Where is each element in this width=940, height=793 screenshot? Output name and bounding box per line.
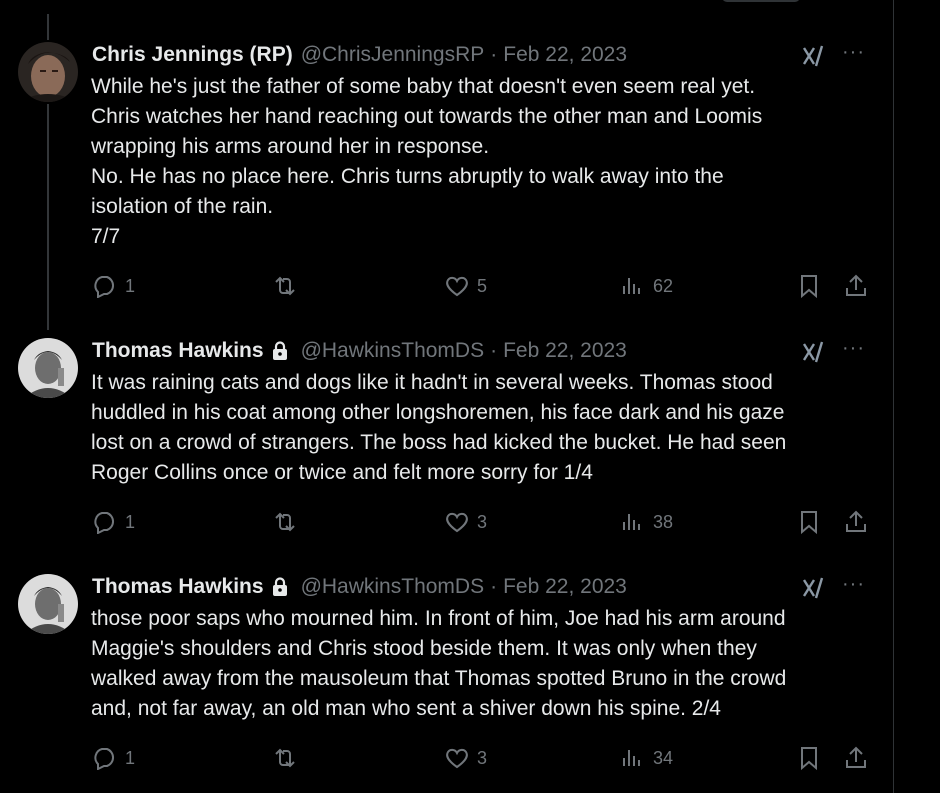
bookmark-button[interactable] — [797, 271, 827, 301]
author-handle[interactable]: @ChrisJenningsRP — [301, 43, 485, 67]
tweet-line: wrapping his arms around her in response… — [91, 135, 490, 158]
retweet-arrows-icon — [275, 276, 295, 296]
views-button[interactable]: 62 — [621, 271, 673, 301]
share-upload-icon — [846, 510, 866, 532]
more-options-button[interactable]: ··· — [842, 574, 865, 600]
retweet-button[interactable] — [271, 507, 305, 537]
like-count: 3 — [477, 511, 488, 532]
bookmark-button[interactable] — [797, 743, 827, 773]
tweet-line: and, not far away, an old man who sent a… — [91, 697, 721, 720]
like-count: 5 — [477, 275, 488, 296]
views-count: 38 — [653, 511, 674, 532]
speech-bubble-icon — [94, 748, 114, 770]
tweet[interactable]: Thomas Hawkins @HawkinsThomDS · Feb 22, … — [0, 574, 893, 784]
heart-icon — [446, 748, 468, 769]
reply-button[interactable]: 1 — [91, 743, 135, 773]
more-options-button[interactable]: ··· — [842, 42, 865, 68]
like-count: 3 — [477, 747, 488, 768]
tweet[interactable]: Thomas Hawkins @HawkinsThomDS · Feb 22, … — [0, 338, 893, 548]
reply-button[interactable]: 1 — [91, 507, 135, 537]
tweet-header: Thomas Hawkins @HawkinsThomDS · Feb 22, … — [92, 338, 627, 364]
author-name[interactable]: Thomas Hawkins — [92, 339, 264, 363]
views-button[interactable]: 38 — [621, 507, 673, 537]
lock-icon — [272, 341, 287, 360]
tweet-line: isolation of the rain. — [91, 195, 274, 218]
reply-count: 1 — [125, 275, 136, 296]
separator-dot: · — [490, 575, 498, 598]
tweet-line: No. He has no place here. Chris turns ab… — [91, 165, 724, 188]
separator-dot: · — [490, 43, 498, 66]
tweet-line: walked away from the mausoleum that Thom… — [91, 667, 787, 690]
views-button[interactable]: 34 — [621, 743, 673, 773]
avatar[interactable] — [18, 338, 78, 398]
retweet-arrows-icon — [275, 512, 295, 532]
heart-icon — [446, 512, 468, 533]
tweet-line: It was raining cats and dogs like it had… — [91, 371, 773, 394]
retweet-arrows-icon — [275, 748, 295, 768]
share-button[interactable] — [843, 271, 875, 301]
tweet-text: those poor saps who mourned him. In fron… — [91, 604, 881, 724]
top-pill — [722, 0, 800, 2]
bar-chart-icon — [623, 750, 640, 766]
tweet-date[interactable]: Feb 22, 2023 — [503, 575, 627, 599]
share-upload-icon — [846, 274, 866, 296]
grok-slash-icon[interactable] — [801, 44, 827, 68]
tweet-line: While he's just the father of some baby … — [91, 75, 756, 98]
separator-dot: · — [490, 339, 498, 362]
tweet-text: While he's just the father of some baby … — [91, 72, 881, 252]
grok-slash-icon[interactable] — [801, 340, 827, 364]
retweet-button[interactable] — [271, 743, 305, 773]
reply-count: 1 — [125, 747, 136, 768]
bookmark-icon — [801, 275, 817, 299]
author-name[interactable]: Chris Jennings (RP) — [92, 43, 293, 67]
tweet-line: Maggie's shoulders and Chris stood besid… — [91, 637, 757, 660]
tweet-line: 7/7 — [91, 225, 121, 248]
tweet-line: lost on a crowd of strangers. The boss h… — [91, 431, 787, 454]
tweet-text: It was raining cats and dogs like it had… — [91, 368, 881, 488]
tweet-header: Thomas Hawkins @HawkinsThomDS · Feb 22, … — [92, 574, 627, 600]
author-handle[interactable]: @HawkinsThomDS — [301, 575, 485, 599]
lock-icon — [272, 577, 287, 596]
author-name[interactable]: Thomas Hawkins — [92, 575, 264, 599]
tweet-line: Chris watches her hand reaching out towa… — [91, 105, 763, 128]
share-button[interactable] — [843, 507, 875, 537]
share-button[interactable] — [843, 743, 875, 773]
tweet-actions: 1 3 34 — [91, 743, 881, 773]
tweet-actions: 1 5 62 — [91, 271, 881, 301]
avatar[interactable] — [18, 574, 78, 634]
reply-count: 1 — [125, 511, 136, 532]
tweet-date[interactable]: Feb 22, 2023 — [503, 339, 627, 363]
speech-bubble-icon — [94, 512, 114, 534]
tweet-line: huddled in his coat among other longshor… — [91, 401, 785, 424]
heart-icon — [446, 276, 468, 297]
views-count: 62 — [653, 275, 674, 296]
views-count: 34 — [653, 747, 674, 768]
tweet-header: Chris Jennings (RP) @ChrisJenningsRP · F… — [92, 42, 627, 68]
tweet-date[interactable]: Feb 22, 2023 — [503, 43, 627, 67]
like-button[interactable]: 3 — [443, 507, 487, 537]
bar-chart-icon — [623, 514, 640, 530]
more-options-button[interactable]: ··· — [842, 338, 865, 364]
bookmark-button[interactable] — [797, 507, 827, 537]
bar-chart-icon — [623, 278, 640, 294]
reply-button[interactable]: 1 — [91, 271, 135, 301]
column-divider — [893, 0, 894, 793]
grok-slash-icon[interactable] — [801, 576, 827, 600]
share-upload-icon — [846, 746, 866, 768]
like-button[interactable]: 5 — [443, 271, 487, 301]
tweet-line: those poor saps who mourned him. In fron… — [91, 607, 786, 630]
thread-connector-top — [47, 14, 49, 40]
author-handle[interactable]: @HawkinsThomDS — [301, 339, 485, 363]
speech-bubble-icon — [94, 276, 114, 298]
avatar[interactable] — [18, 42, 78, 102]
bookmark-icon — [801, 747, 817, 771]
bookmark-icon — [801, 511, 817, 535]
retweet-button[interactable] — [271, 271, 305, 301]
tweet[interactable]: Chris Jennings (RP) @ChrisJenningsRP · F… — [0, 42, 893, 302]
tweet-line: Roger Collins once or twice and felt mor… — [91, 461, 593, 484]
tweet-actions: 1 3 38 — [91, 507, 881, 537]
like-button[interactable]: 3 — [443, 743, 487, 773]
